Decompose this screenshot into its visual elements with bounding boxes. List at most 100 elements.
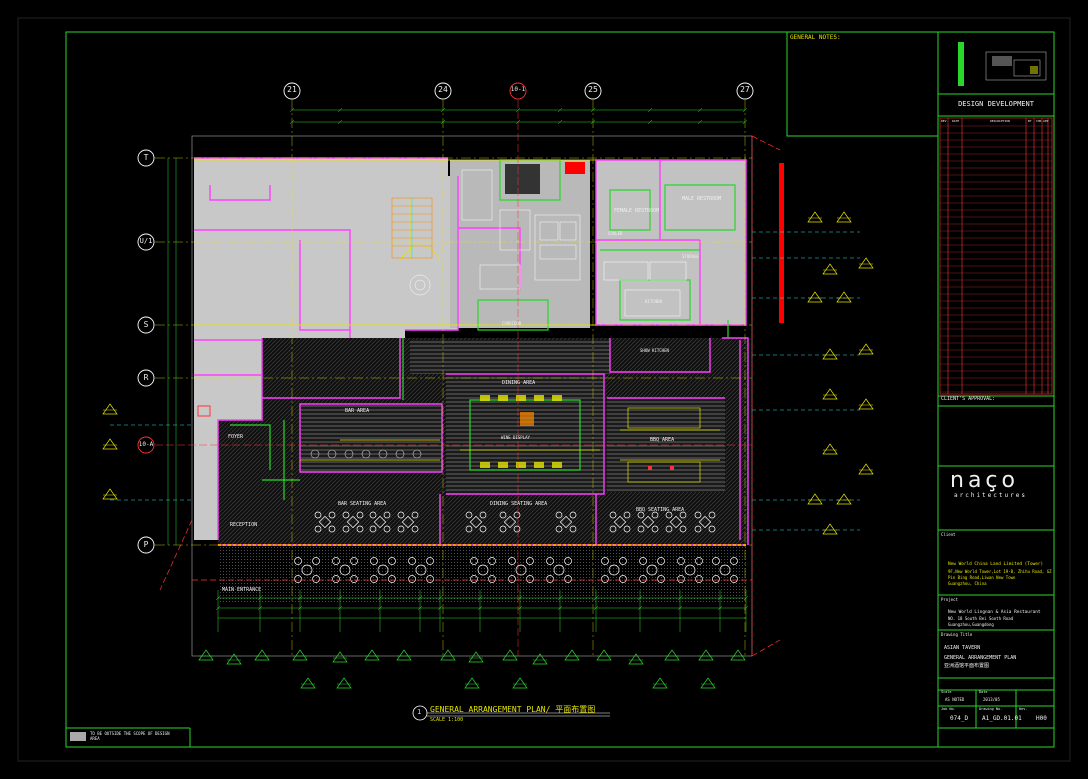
room-label-bar-area: BAR AREA [345,408,370,414]
room-label-kitchen: KITCHEN [645,299,662,304]
job-no-label: Job No. [941,707,956,711]
section-marker [102,488,118,500]
section-marker [664,649,680,661]
section-marker [836,493,852,505]
section-marker [822,348,838,360]
section-marker [198,649,214,661]
section-marker [698,649,714,661]
section-marker [822,523,838,535]
client-address-3: Guangzhou, China [948,581,987,586]
room-label-main-entrance: MAIN ENTRANCE [222,587,262,593]
section-marker [464,677,480,689]
section-marker [468,651,484,663]
naco-logo-subtitle: architectures [954,492,1027,499]
scale-value: AS NOTED [945,697,965,702]
drawing-title-label: Drawing Title [941,632,973,637]
room-label-corridor: CORRIDOR [502,321,522,326]
general-notes-heading: GENERAL NOTES: [790,34,841,41]
section-marker [652,677,668,689]
revision-header-cell: BY [1028,119,1032,123]
revision-header-cell: REV [941,119,947,123]
scale-label: Scale [941,690,952,694]
stage-label: DESIGN DEVELOPMENT [958,100,1034,108]
room-label-reception: RECEPTION [230,522,258,528]
legend-swatch [70,732,86,741]
section-marker [532,653,548,665]
section-marker [822,263,838,275]
room-label-male-restroom: MALE RESTROOM [682,196,722,202]
room-label-foyer: FOYER [228,434,244,440]
section-marker [822,388,838,400]
section-marker [226,653,242,665]
rev-label: Rev. [1019,707,1028,711]
title-block-drawing-title-1: ASIAN TAVERN [944,645,981,651]
title-block-drawing-title-3: 亚洲酒馆平面布置图 [944,663,990,669]
client-name: New World China Land Limited (Tower) [948,562,1044,567]
revision-header-cell: APP [1043,119,1049,123]
grid-label-row-R: R [143,373,149,382]
drawing-no-label: Drawing No. [979,707,1003,711]
section-marker [102,438,118,450]
room-label-bbq-area: BBQ AREA [650,437,675,443]
section-marker [807,493,823,505]
drawing-no: A1_GD.01.01 [982,715,1022,722]
revision-header-cell: CHK [1036,119,1042,123]
section-marker [396,649,412,661]
section-marker [822,443,838,455]
section-marker [364,649,380,661]
drawing-scale: SCALE 1:100 [430,717,464,723]
title-block-drawing-title-2: GENERAL ARRANGEMENT PLAN [944,655,1017,661]
drawing-title: GENERAL ARRANGEMENT PLAN/ 平面布置图 [430,705,596,714]
room-label-dining-area: DINING AREA [502,380,536,386]
section-marker [858,257,874,269]
section-marker [836,291,852,303]
grid-label-col-10-1: 10-1 [510,86,526,93]
section-marker [858,343,874,355]
client-label: Client [941,532,956,537]
room-label-bbq-seating-area: BBQ SEATING AREA [636,507,685,513]
section-marker [730,649,746,661]
grid-label-row-P: P [143,540,149,549]
floor-plan [110,100,860,657]
section-marker [628,653,644,665]
section-marker [807,291,823,303]
section-marker [300,677,316,689]
grid-label-row-U1: U/1 [139,237,153,245]
grid-label-row-S: S [143,320,149,329]
client-address-1: 9F,New World Tower,Lot 19-B, Zhihu Road,… [948,569,1052,574]
room-label-bar-seating-area: BAR SEATING AREA [338,501,387,507]
section-marker [700,677,716,689]
section-marker [858,463,874,475]
section-marker [564,649,580,661]
section-marker [836,211,852,223]
section-marker [858,398,874,410]
revision-header-cell: DATE [952,119,960,123]
section-marker [292,649,308,661]
job-no: 074_D [950,715,969,722]
grid-label-col-27: 27 [740,85,750,94]
grid-label-row-10A: 10-A [138,441,154,448]
grid-label-col-25: 25 [588,85,598,94]
room-label-wine-display: WINE DISPLAY [501,435,530,440]
project-name-1: New World Lingnan & Asia Restaurant [948,610,1041,615]
legend-note: TO BE OUTSIDE THE SCOPE OF DESIGN AREA [90,731,170,741]
grid-bubbles-rows [137,149,155,554]
room-label-female-restroom: FEMALE RESTROOM [614,208,660,214]
room-label-cooler: COOLER [608,231,623,236]
key-plan-thumbnail [958,42,1047,86]
rev-value: H00 [1036,715,1047,722]
section-marker [102,403,118,415]
drawing-canvas [17,17,1071,762]
project-label: Project [941,597,958,602]
revision-table [939,117,1053,395]
naco-logo-text: naço [950,468,1019,493]
section-marker [336,677,352,689]
client-approval-label: CLIENT'S APPROVAL: [941,396,996,402]
room-label-dining-seating-area: DINING SEATING AREA [490,501,548,507]
room-label-show-kitchen: SHOW KITCHEN [640,348,669,353]
date-label: Date [979,690,988,694]
revision-header-cell: DESCRIPTION [990,119,1010,123]
grid-label-row-T: T [143,153,149,162]
section-marker [512,677,528,689]
revision-rows [940,125,1052,393]
